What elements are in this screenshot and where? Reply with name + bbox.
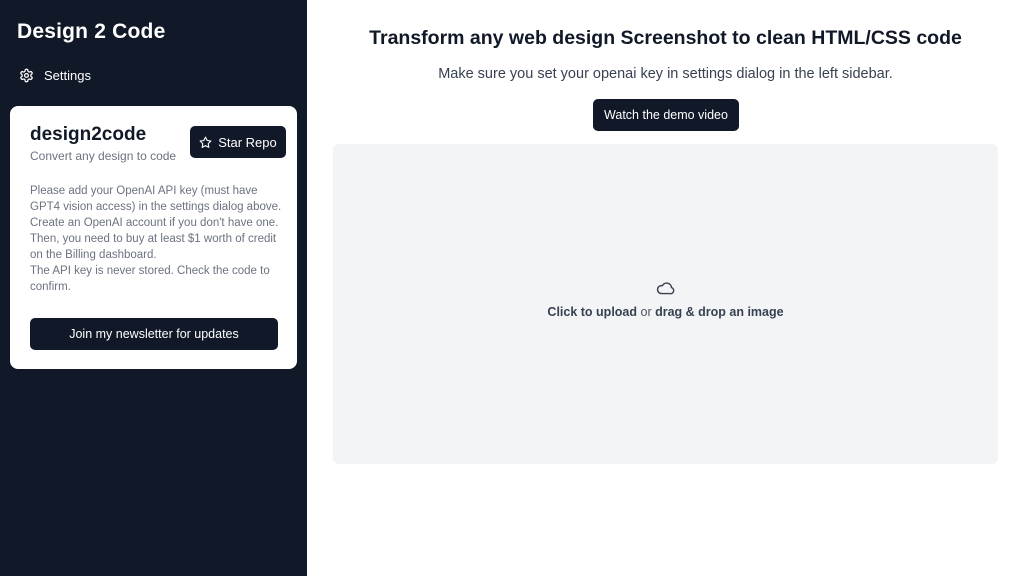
- instruction-key-storage: The API key is never stored. Check the c…: [30, 265, 270, 293]
- gear-icon: [19, 68, 34, 83]
- cloud-icon: [656, 282, 675, 295]
- click-to-upload-text: Click to upload: [547, 305, 638, 319]
- main-content: Transform any web design Screenshot to c…: [307, 0, 1024, 576]
- watch-demo-button[interactable]: Watch the demo video: [593, 99, 739, 131]
- page-title: Transform any web design Screenshot to c…: [369, 27, 962, 49]
- star-icon: [199, 136, 212, 149]
- card-instructions: Please add your OpenAI API key (must hav…: [30, 183, 284, 295]
- card-title: design2code: [30, 124, 147, 145]
- newsletter-button[interactable]: Join my newsletter for updates: [30, 318, 278, 350]
- instruction-api-key: Please add your OpenAI API key (must hav…: [30, 185, 282, 213]
- app-title: Design 2 Code: [17, 20, 166, 43]
- star-repo-button[interactable]: Star Repo: [190, 126, 286, 158]
- upload-instructions: Click to upload or drag & drop an image: [333, 305, 998, 319]
- sidebar: Design 2 Code Settings design2code Conve…: [0, 0, 307, 576]
- settings-button[interactable]: Settings: [19, 66, 91, 84]
- page-subtitle: Make sure you set your openai key in set…: [438, 66, 893, 82]
- upload-dropzone[interactable]: Click to upload or drag & drop an image: [333, 144, 998, 464]
- drag-drop-text: drag & drop an image: [655, 305, 784, 319]
- info-card: design2code Convert any design to code S…: [10, 106, 297, 369]
- star-repo-label: Star Repo: [218, 134, 277, 150]
- card-subtitle: Convert any design to code: [30, 149, 177, 163]
- upload-or-text: or: [637, 305, 656, 319]
- settings-label: Settings: [44, 67, 91, 83]
- instruction-create-account: Create an OpenAI account if you don't ha…: [30, 217, 279, 261]
